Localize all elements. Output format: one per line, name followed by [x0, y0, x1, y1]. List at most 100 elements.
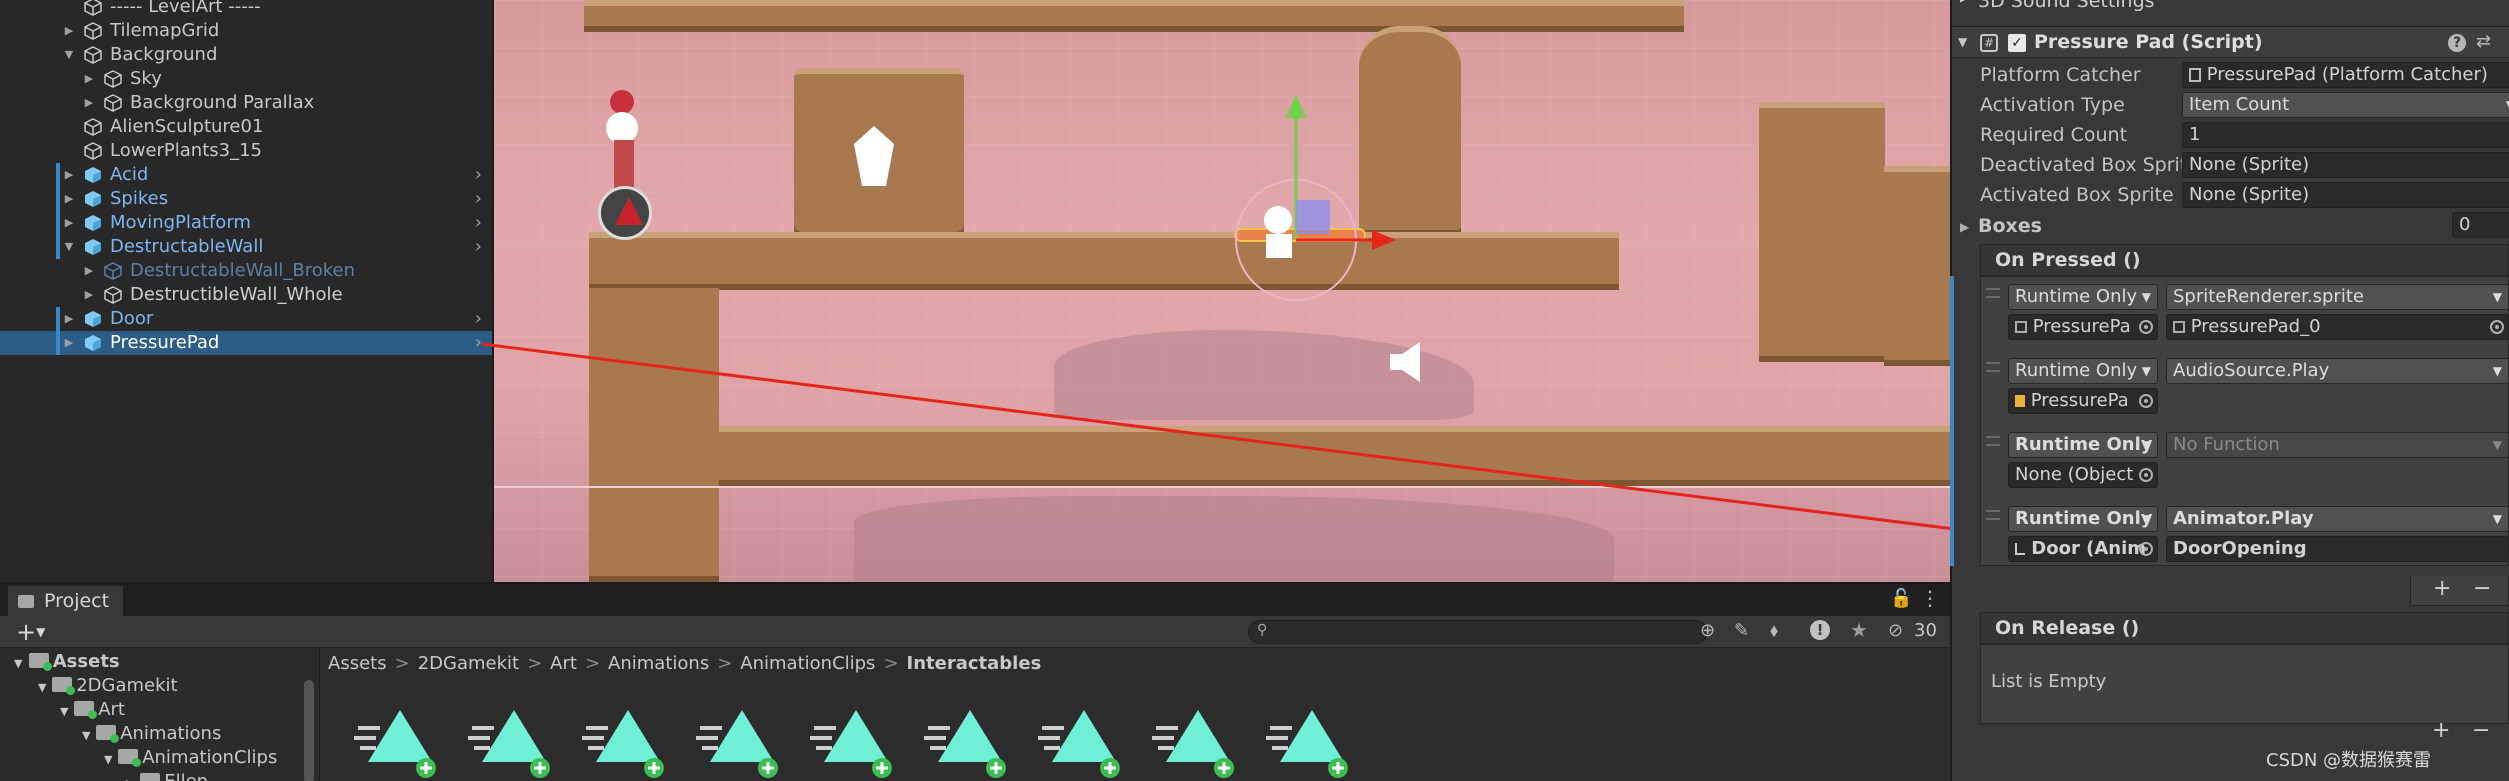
hierarchy-item[interactable]: ▶ DestructableWall_Broken [0, 259, 492, 283]
collapse-arrow-icon[interactable]: ▶ [82, 67, 96, 91]
tag-icon[interactable]: ⬧ [1770, 620, 1778, 641]
activated-box-sprite-field[interactable]: None (Sprite) [2182, 182, 2509, 208]
platform-catcher-field[interactable]: PressurePad (Platform Catcher) [2182, 62, 2509, 88]
breadcrumb-item[interactable]: AnimationClips [740, 653, 875, 674]
hierarchy-item[interactable]: ▶ Sky [0, 67, 492, 91]
component-header[interactable]: ▼ # ✓ Pressure Pad (Script) ? ⇄ [1952, 26, 2509, 58]
animation-clip-icon[interactable] [582, 706, 674, 781]
breadcrumb-item[interactable]: Art [550, 653, 577, 674]
argument-field[interactable]: DoorOpening [2166, 536, 2509, 562]
collapse-arrow-icon[interactable]: ▶ [62, 163, 76, 187]
runtime-mode-dropdown[interactable]: Runtime Only ▼ [2008, 506, 2158, 532]
collapse-arrow-icon[interactable]: ▶ [62, 307, 76, 331]
hierarchy-item[interactable]: ▶ Spikes › [0, 187, 492, 211]
object-picker-icon[interactable] [2139, 542, 2153, 556]
lock-icon[interactable]: 🔓 [1890, 588, 1912, 609]
target-object-field[interactable]: PressurePa [2008, 314, 2158, 340]
add-listener-button[interactable]: + [2433, 576, 2451, 601]
breadcrumb-item[interactable]: Animations [608, 653, 709, 674]
hierarchy-item[interactable]: ▶ Background Parallax [0, 91, 492, 115]
add-listener-button[interactable]: + [2432, 718, 2450, 743]
scene-view[interactable] [492, 0, 1950, 582]
component-enabled-checkbox[interactable]: ✓ [2008, 34, 2026, 52]
collapse-arrow-icon[interactable]: ▶ [62, 211, 76, 235]
object-picker-icon[interactable] [2139, 394, 2153, 408]
search-by-label-icon[interactable]: ✎ [1734, 620, 1749, 641]
argument-field[interactable]: PressurePad_0 [2166, 314, 2509, 340]
tree-item-ellen[interactable]: ▶ Ellen [126, 770, 208, 781]
animation-clip-icon[interactable] [1038, 706, 1130, 781]
favorite-star-icon[interactable]: ★ [1850, 618, 1868, 642]
animation-clip-icon[interactable] [696, 706, 788, 781]
target-object-field[interactable]: None (Object [2008, 462, 2158, 488]
add-button[interactable]: +▼ [16, 618, 45, 646]
tree-item-2dgamekit[interactable]: ▼ 2DGamekit [38, 674, 178, 700]
expand-arrow-icon[interactable]: ▼ [62, 235, 76, 259]
sound-settings-foldout[interactable]: ▶ 3D Sound Settings [1952, 0, 2509, 16]
collapse-arrow-icon[interactable]: ▶ [62, 187, 76, 211]
open-prefab-icon[interactable]: › [475, 211, 482, 235]
animation-clip-icon[interactable] [810, 706, 902, 781]
search-by-type-icon[interactable]: ⊕ [1700, 620, 1715, 641]
target-object-field[interactable]: Door (Anim [2008, 536, 2158, 562]
animation-clip-icon[interactable] [354, 706, 446, 781]
tab-project[interactable]: Project [8, 586, 124, 616]
open-prefab-icon[interactable]: › [475, 331, 482, 355]
hierarchy-item[interactable]: LowerPlants3_15 [0, 139, 492, 163]
deactivated-box-sprite-field[interactable]: None (Sprite) [2182, 152, 2509, 178]
open-prefab-icon[interactable]: › [475, 307, 482, 331]
expand-arrow-icon[interactable]: ▼ [62, 43, 76, 67]
boxes-count-field[interactable]: 0 [2452, 212, 2509, 238]
target-object-field[interactable]: PressurePa [2008, 388, 2158, 414]
collapse-arrow-icon[interactable]: ▶ [82, 91, 96, 115]
breadcrumb-item[interactable]: 2DGamekit [418, 653, 519, 674]
move-gizmo[interactable] [1224, 90, 1404, 320]
object-picker-icon[interactable] [2139, 468, 2153, 482]
tree-item-art[interactable]: ▼ Art [60, 698, 125, 724]
activation-type-dropdown[interactable]: Item Count ▼ [2182, 92, 2509, 118]
alert-icon[interactable]: ! [1810, 620, 1830, 640]
tree-scrollbar[interactable] [304, 680, 314, 781]
runtime-mode-dropdown[interactable]: Runtime Only ▼ [2008, 358, 2158, 384]
object-picker-icon[interactable] [2490, 320, 2504, 334]
hidden-packages-icon[interactable]: ⊘ [1888, 620, 1903, 641]
open-prefab-icon[interactable]: › [475, 187, 482, 211]
open-prefab-icon[interactable]: › [475, 163, 482, 187]
hierarchy-item[interactable]: ----- LevelArt ----- [0, 0, 492, 19]
open-prefab-icon[interactable]: › [475, 235, 482, 259]
hierarchy-item[interactable]: ▼ Background [0, 43, 492, 67]
tree-item-animationclips[interactable]: ▼ AnimationClips [104, 746, 277, 772]
hierarchy-item[interactable]: ▶ MovingPlatform › [0, 211, 492, 235]
animation-clip-icon[interactable] [1266, 706, 1358, 781]
function-dropdown[interactable]: No Function ▼ [2166, 432, 2509, 458]
runtime-mode-dropdown[interactable]: Runtime Only ▼ [2008, 432, 2158, 458]
player-character[interactable] [604, 90, 640, 190]
tree-item-animations[interactable]: ▼ Animations [82, 722, 221, 748]
hierarchy-item[interactable]: ▼ DestructableWall › [0, 235, 492, 259]
hierarchy-item[interactable]: ▶ DestructibleWall_Whole [0, 283, 492, 307]
preset-icon[interactable]: ⇄ [2476, 31, 2491, 52]
drag-handle-icon[interactable] [1986, 362, 2000, 372]
drag-handle-icon[interactable] [1986, 288, 2000, 298]
foldout-arrow-icon[interactable]: ▼ [1958, 35, 1967, 49]
function-dropdown[interactable]: Animator.Play ▼ [2166, 506, 2509, 532]
collapse-arrow-icon[interactable]: ▶ [62, 331, 76, 355]
search-input[interactable]: ⚲ [1248, 620, 1708, 644]
hierarchy-item[interactable]: ▶ TilemapGrid [0, 19, 492, 43]
animation-clip-icon[interactable] [468, 706, 560, 781]
required-count-field[interactable]: 1 [2182, 122, 2509, 148]
foldout-arrow-icon[interactable]: ▶ [1960, 220, 1969, 234]
breadcrumb-item[interactable]: Assets [328, 653, 387, 674]
more-options-icon[interactable]: ⋮ [1920, 586, 1940, 610]
object-picker-icon[interactable] [2139, 320, 2153, 334]
animation-clip-icon[interactable] [924, 706, 1016, 781]
hierarchy-item[interactable]: ▶ PressurePad › [0, 331, 492, 355]
hierarchy-item[interactable]: ▶ Acid › [0, 163, 492, 187]
remove-listener-button[interactable]: − [2473, 576, 2491, 601]
help-icon[interactable]: ? [2448, 34, 2466, 52]
runtime-mode-dropdown[interactable]: Runtime Only ▼ [2008, 284, 2158, 310]
collapse-arrow-icon[interactable]: ▶ [82, 283, 96, 307]
function-dropdown[interactable]: SpriteRenderer.sprite ▼ [2166, 284, 2509, 310]
collapse-arrow-icon[interactable]: ▶ [82, 259, 96, 283]
drag-handle-icon[interactable] [1986, 510, 2000, 520]
